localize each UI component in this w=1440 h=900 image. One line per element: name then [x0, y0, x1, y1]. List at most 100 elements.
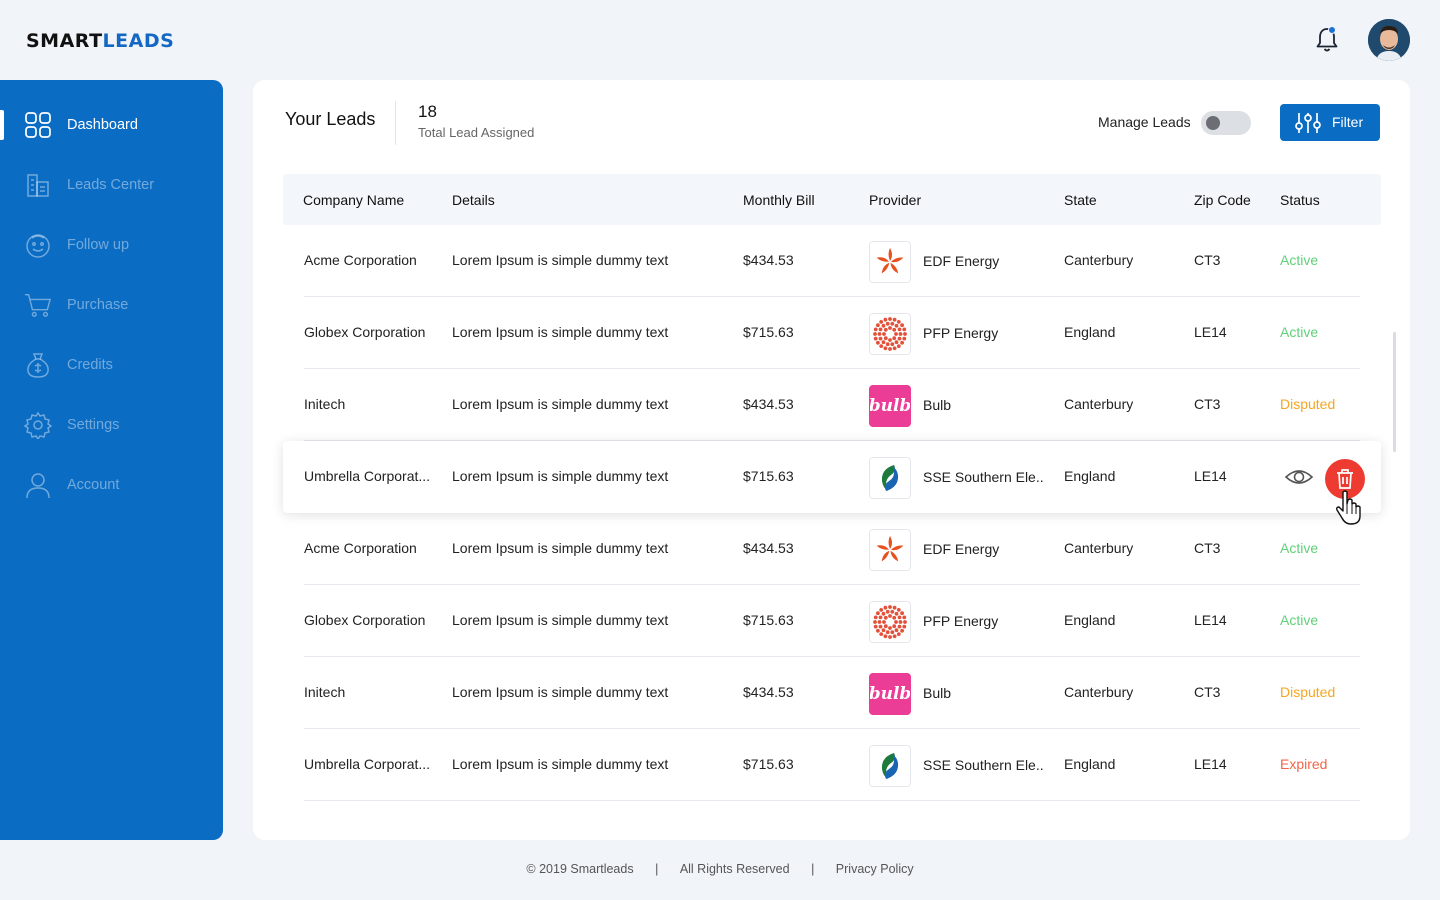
table-row[interactable]: Acme Corporation Lorem Ipsum is simple du…	[304, 513, 1360, 585]
footer-rights: All Rights Reserved	[679, 862, 790, 876]
header-divider	[395, 101, 396, 145]
buildings-icon	[24, 171, 52, 199]
provider-name-cell: PFP Energy	[923, 325, 999, 341]
footer-separator: |	[811, 862, 815, 876]
manage-leads-label: Manage Leads	[1098, 114, 1191, 130]
state-cell: Canterbury	[1064, 540, 1134, 556]
monthly-bill-cell: $715.63	[743, 612, 794, 628]
dashboard-grid-icon	[24, 111, 52, 139]
table-row[interactable]: Initech Lorem Ipsum is simple dummy text $…	[304, 657, 1360, 729]
details-cell: Lorem Ipsum is simple dummy text	[452, 756, 669, 772]
sse-logo-icon	[869, 745, 911, 787]
notification-dot	[1328, 26, 1336, 34]
column-header-provider[interactable]: Provider	[869, 192, 921, 208]
brand-logo[interactable]: SMARTLEADS	[26, 30, 174, 52]
user-icon	[24, 471, 52, 499]
status-badge: Active	[1280, 612, 1319, 628]
provider-name-cell: PFP Energy	[923, 613, 999, 629]
brand-logo-part2: LEADS	[102, 30, 175, 52]
gear-icon	[24, 411, 52, 439]
company-name-cell: Acme Corporation	[304, 540, 417, 556]
cart-icon	[24, 291, 52, 319]
sidebar-item-dashboard[interactable]: Dashboard	[0, 105, 223, 145]
bulb-logo-icon: bulb	[869, 385, 911, 427]
column-header-company[interactable]: Company Name	[303, 192, 404, 208]
sidebar-item-label: Dashboard	[67, 117, 138, 133]
table-row[interactable]: Initech Lorem Ipsum is simple dummy text $…	[304, 369, 1360, 441]
status-badge: Disputed	[1280, 396, 1336, 412]
provider-name-cell: Bulb	[923, 685, 952, 701]
zip-code-cell: LE14	[1194, 612, 1227, 628]
details-cell: Lorem Ipsum is simple dummy text	[452, 396, 669, 412]
column-header-state[interactable]: State	[1064, 192, 1097, 208]
company-name-cell: Initech	[304, 396, 346, 412]
toggle-knob	[1206, 116, 1220, 130]
company-name-cell: Umbrella Corporat...	[304, 468, 431, 484]
filter-button[interactable]: Filter	[1280, 104, 1380, 141]
bulb-logo-icon: bulb	[869, 673, 911, 715]
table-row[interactable]: Umbrella Corporat... Lorem Ipsum is simpl…	[283, 441, 1381, 513]
company-name-cell: Globex Corporation	[304, 612, 426, 628]
status-badge: Expired	[1280, 756, 1328, 772]
page-title: Your Leads	[285, 109, 376, 129]
zip-code-cell: CT3	[1194, 252, 1221, 268]
table-row[interactable]: Acme Corporation Lorem Ipsum is simple du…	[304, 225, 1360, 297]
sidebar-item-label: Leads Center	[67, 177, 155, 193]
svg-text:bulb: bulb	[870, 684, 910, 704]
details-cell: Lorem Ipsum is simple dummy text	[452, 324, 669, 340]
zip-code-cell: CT3	[1194, 540, 1221, 556]
details-cell: Lorem Ipsum is simple dummy text	[452, 540, 669, 556]
provider-name-cell: EDF Energy	[923, 541, 1000, 557]
money-bag-icon	[24, 351, 52, 379]
details-cell: Lorem Ipsum is simple dummy text	[452, 252, 669, 268]
privacy-policy-link[interactable]: Privacy Policy	[836, 862, 914, 876]
trash-icon	[1337, 469, 1353, 489]
provider-name-cell: SSE Southern Ele..	[923, 469, 1044, 485]
status-badge: Active	[1280, 324, 1319, 340]
leads-card: Your Leads 18 Total Lead Assigned Manage…	[253, 80, 1410, 840]
edf-logo-icon	[869, 529, 911, 571]
table-row[interactable]: Globex Corporation Lorem Ipsum is simple …	[304, 585, 1360, 657]
footer: © 2019 Smartleads | All Rights Reserved …	[0, 862, 1440, 876]
pfp-logo-icon	[869, 601, 911, 643]
user-avatar[interactable]	[1368, 19, 1410, 61]
edf-logo-icon	[869, 241, 911, 283]
sidebar-item-settings[interactable]: Settings	[0, 405, 223, 445]
sidebar-item-follow-up[interactable]: Follow up	[0, 225, 223, 265]
column-header-zip-code[interactable]: Zip Code	[1194, 192, 1251, 208]
svg-text:bulb: bulb	[870, 396, 910, 416]
view-eye-icon[interactable]	[1284, 465, 1314, 489]
manage-leads-toggle[interactable]	[1201, 111, 1251, 135]
column-header-details[interactable]: Details	[452, 192, 495, 208]
sidebar-item-leads-center[interactable]: Leads Center	[0, 165, 223, 205]
column-header-monthly-bill[interactable]: Monthly Bill	[743, 192, 815, 208]
state-cell: England	[1064, 468, 1116, 484]
column-header-status[interactable]: Status	[1280, 192, 1320, 208]
table-row[interactable]: Globex Corporation Lorem Ipsum is simple …	[304, 297, 1360, 369]
monthly-bill-cell: $434.53	[743, 396, 794, 412]
sidebar-item-account[interactable]: Account	[0, 465, 223, 505]
monthly-bill-cell: $434.53	[743, 684, 794, 700]
company-name-cell: Acme Corporation	[304, 252, 417, 268]
table-row[interactable]: Umbrella Corporat... Lorem Ipsum is simpl…	[304, 729, 1360, 801]
sidebar-item-credits[interactable]: Credits	[0, 345, 223, 385]
state-cell: England	[1064, 612, 1116, 628]
sidebar-item-label: Credits	[67, 357, 113, 373]
sidebar: Dashboard Leads Center Follow up Purchas…	[0, 80, 223, 840]
sidebar-item-purchase[interactable]: Purchase	[0, 285, 223, 325]
sse-logo-icon	[869, 457, 911, 499]
details-cell: Lorem Ipsum is simple dummy text	[452, 468, 669, 484]
table-scrollbar[interactable]	[1393, 332, 1396, 452]
notification-bell-icon[interactable]	[1312, 24, 1342, 54]
state-cell: Canterbury	[1064, 684, 1134, 700]
sidebar-item-label: Follow up	[67, 237, 130, 253]
footer-copyright: © 2019 Smartleads	[526, 862, 634, 876]
details-cell: Lorem Ipsum is simple dummy text	[452, 684, 669, 700]
provider-name-cell: EDF Energy	[923, 253, 1000, 269]
zip-code-cell: CT3	[1194, 396, 1221, 412]
state-cell: Canterbury	[1064, 396, 1134, 412]
sliders-icon	[1295, 113, 1321, 133]
face-icon	[24, 231, 52, 259]
sidebar-item-label: Settings	[67, 417, 120, 433]
pfp-logo-icon	[869, 313, 911, 355]
